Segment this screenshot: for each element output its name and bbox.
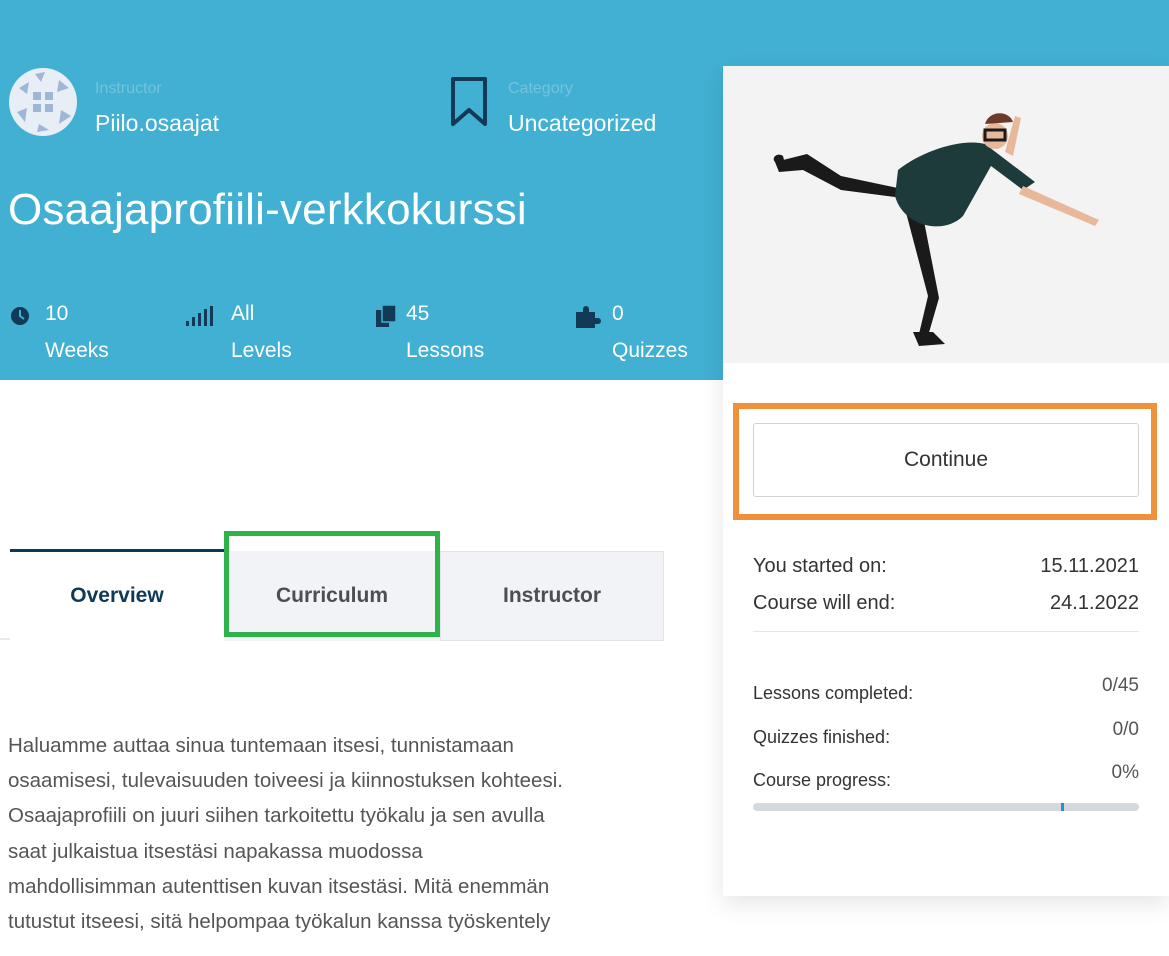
instructor-label: Instructor	[95, 80, 162, 97]
tab-overview[interactable]: Overview	[10, 549, 224, 639]
course-progress-bar	[753, 803, 1139, 811]
end-date-label: Course will end:	[753, 592, 896, 614]
puzzle-icon	[576, 306, 601, 328]
category-label: Category	[508, 80, 573, 97]
signal-bars-icon	[186, 306, 213, 326]
start-date-row: You started on: 15.11.2021	[753, 555, 1139, 578]
bookmark-icon	[451, 77, 487, 126]
lessons-completed-row: Lessons completed: 0/45	[753, 675, 1139, 704]
description-line: saat julkaistua itsestäsi napakassa muod…	[8, 839, 423, 863]
quizzes-finished-label: Quizzes finished:	[753, 727, 891, 747]
end-date-row: Course will end: 24.1.2022	[753, 592, 1139, 615]
sidebar-divider	[753, 631, 1139, 632]
continue-button[interactable]: Continue	[753, 423, 1139, 497]
description-line: osaamisesi, tulevaisuuden toiveesi ja ki…	[8, 769, 563, 793]
curriculum-highlight	[224, 531, 440, 637]
category-name[interactable]: Uncategorized	[508, 110, 656, 137]
course-progress-marker	[1061, 803, 1064, 811]
level-value: All	[231, 302, 255, 325]
instructor-avatar[interactable]	[9, 68, 77, 136]
quizzes-value: 0	[612, 302, 624, 325]
quizzes-finished-value: 0/0	[1112, 719, 1139, 740]
description-line: tutustut itseesi, sitä helpompaa työkalu…	[8, 910, 551, 934]
lessons-unit: Lessons	[406, 339, 485, 362]
documents-icon	[376, 304, 397, 327]
lessons-completed-label: Lessons completed:	[753, 683, 914, 703]
start-date-value: 15.11.2021	[1040, 555, 1139, 577]
level-unit: Levels	[231, 339, 292, 362]
hero-background-right	[723, 0, 1169, 66]
start-date-label: You started on:	[753, 555, 887, 577]
end-date-value: 24.1.2022	[1050, 592, 1139, 614]
description-line: mahdollisimman autenttisen kuvan itsestä…	[8, 874, 550, 898]
course-progress-label: Course progress:	[753, 770, 892, 790]
course-title: Osaajaprofiili-verkkokurssi	[8, 185, 527, 234]
instructor-name[interactable]: Piilo.osaajat	[95, 110, 219, 137]
clock-icon	[11, 307, 29, 325]
quizzes-unit: Quizzes	[612, 339, 688, 362]
duration-unit: Weeks	[45, 339, 109, 362]
quizzes-finished-row: Quizzes finished: 0/0	[753, 719, 1139, 748]
description-line: Osaajaprofiili on juuri siihen tarkoitet…	[8, 804, 545, 828]
course-progress-row: Course progress: 0%	[753, 762, 1139, 791]
tab-bar-edge	[0, 638, 10, 640]
description-line: Haluamme auttaa sinua tuntemaan itsesi, …	[8, 734, 514, 757]
course-progress-value: 0%	[1111, 762, 1139, 783]
duration-value: 10	[45, 302, 69, 325]
course-description: Haluamme auttaa sinua tuntemaan itsesi, …	[8, 728, 688, 939]
course-thumbnail	[723, 66, 1169, 363]
lessons-completed-value: 0/45	[1102, 675, 1139, 696]
tab-instructor[interactable]: Instructor	[440, 551, 664, 641]
lessons-value: 45	[406, 302, 430, 325]
